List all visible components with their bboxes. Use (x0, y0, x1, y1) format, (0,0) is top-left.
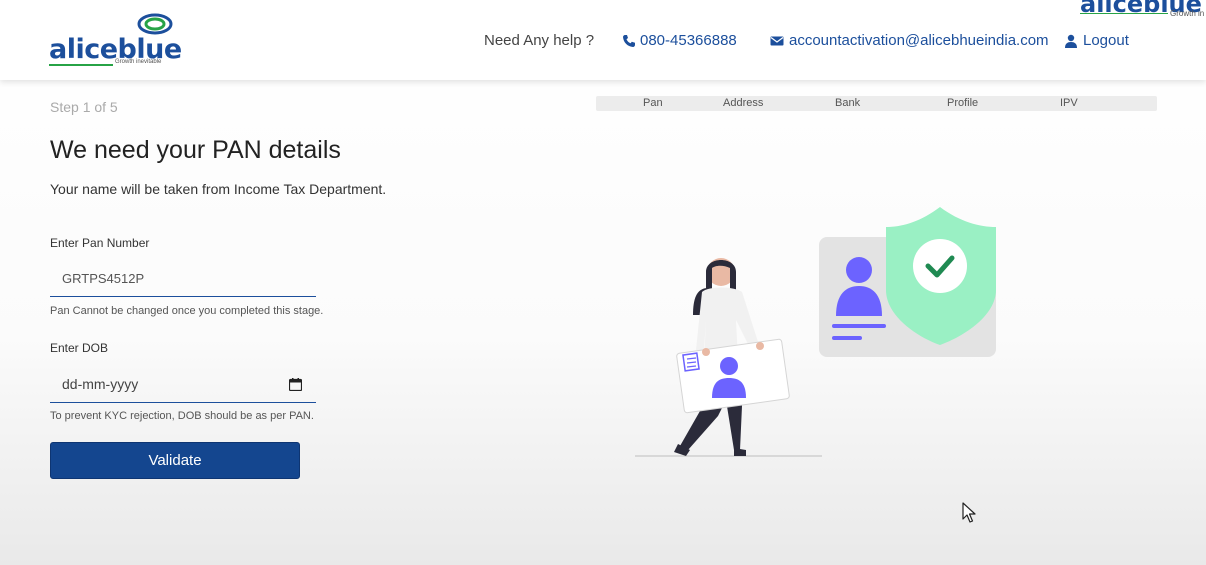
step-profile: Profile (947, 97, 979, 109)
logo-tagline: Growth inevitable (115, 59, 162, 65)
help-text: Need Any help ? (484, 32, 595, 49)
corner-logo-tagline: Growth in (1170, 9, 1205, 18)
step-ipv: IPV (1060, 97, 1078, 109)
id-line-1 (832, 324, 886, 328)
calendar-icon[interactable] (289, 377, 302, 391)
email-link[interactable]: accountactivation@alicebhueindia.com (770, 32, 1049, 49)
dob-label: Enter DOB (50, 341, 109, 355)
logout-button[interactable]: Logout (1064, 32, 1129, 49)
envelope-icon (770, 36, 784, 45)
step-indicator: Step 1 of 5 (50, 99, 118, 115)
page-subtitle: Your name will be taken from Income Tax … (50, 181, 387, 197)
step-address: Address (723, 97, 764, 109)
page-title: We need your PAN details (50, 136, 341, 164)
top-header: aliceblue Growth inevitable Need Any hel… (0, 0, 1206, 80)
logout-label: Logout (1083, 32, 1129, 49)
check-circle (913, 239, 967, 293)
phone-icon (623, 34, 635, 47)
phone-link[interactable]: 080-45366888 (622, 32, 737, 49)
pan-input[interactable] (50, 261, 316, 297)
dob-hint: To prevent KYC rejection, DOB should be … (50, 410, 314, 422)
logo-swirl-icon (137, 13, 173, 35)
user-icon (1065, 34, 1077, 48)
held-id-card (676, 338, 790, 414)
email-address: accountactivation@alicebhueindia.com (789, 32, 1049, 49)
kyc-illustration (635, 207, 996, 457)
corner-logo-underline (1080, 13, 1168, 14)
aliceblue-logo[interactable]: aliceblue Growth inevitable (49, 12, 182, 70)
step-progress-bar: Pan Address Bank Profile IPV (596, 96, 1157, 111)
dob-placeholder: dd-mm-yyyy (62, 376, 139, 392)
step-pan: Pan (643, 97, 663, 109)
id-line-2 (832, 336, 862, 340)
phone-number: 080-45366888 (640, 32, 737, 49)
pan-hint: Pan Cannot be changed once you completed… (50, 305, 324, 317)
dob-input[interactable]: dd-mm-yyyy (50, 366, 316, 403)
pan-label: Enter Pan Number (50, 236, 150, 250)
step-bank: Bank (835, 97, 861, 109)
corner-logo-overlay: aliceblue Growth in (1080, 0, 1206, 20)
mouse-cursor-icon (962, 502, 976, 523)
validate-button[interactable]: Validate (50, 442, 300, 479)
logo-underline (49, 64, 113, 66)
